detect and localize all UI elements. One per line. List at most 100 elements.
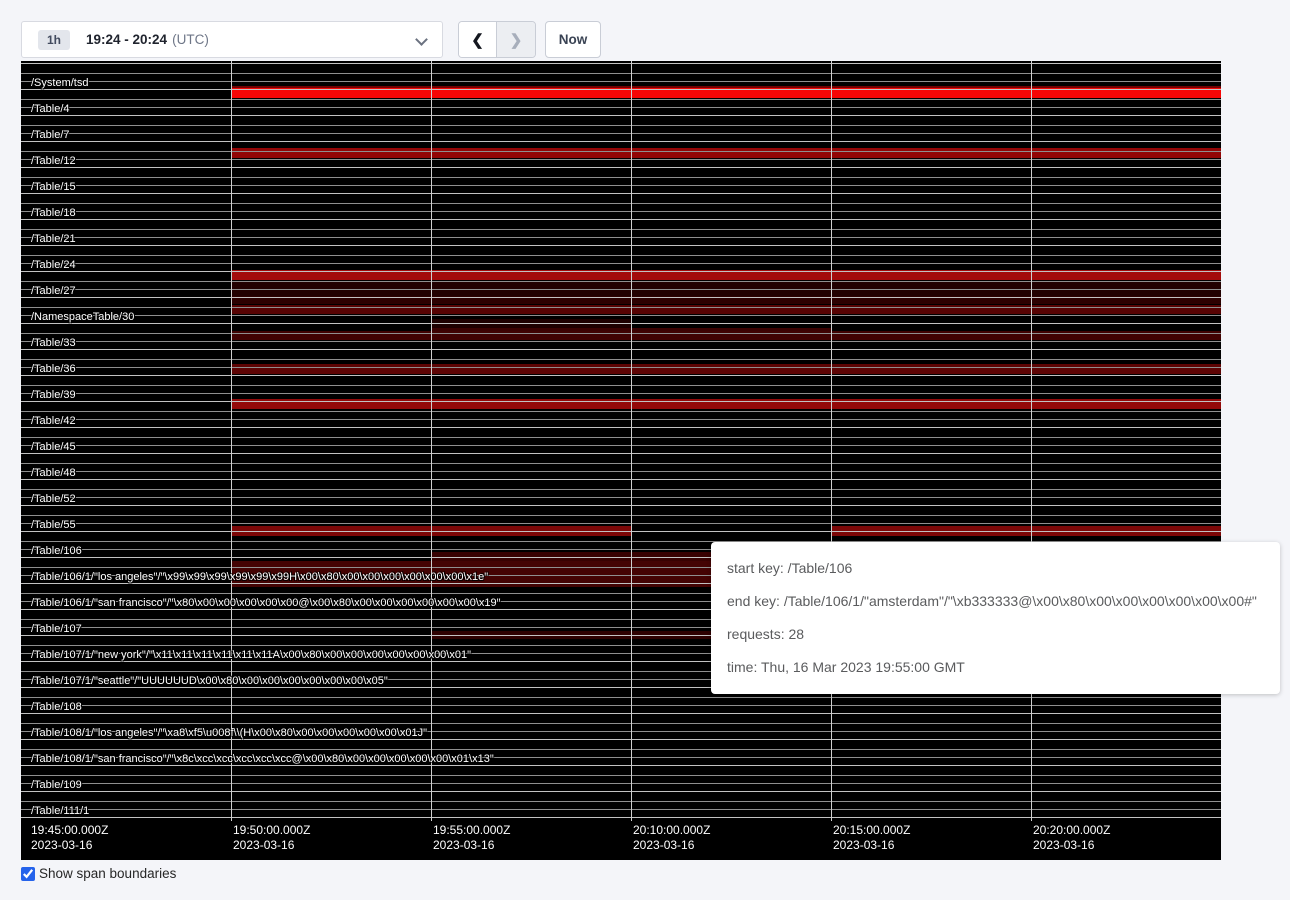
- span-boundary-line: [21, 453, 1221, 454]
- key-visualizer-canvas[interactable]: /System/tsd/Table/4/Table/7/Table/12/Tab…: [21, 61, 1221, 860]
- span-label: /Table/33: [31, 336, 76, 350]
- span-label: /Table/36: [31, 362, 76, 376]
- axis-date-label: 2023-03-16: [233, 838, 294, 853]
- time-range-selector[interactable]: 1h 19:24 - 20:24 (UTC): [21, 21, 443, 58]
- span-boundary-line: [21, 463, 1221, 464]
- time-nav-group: ❮ ❯: [458, 21, 536, 58]
- time-gridline: [831, 61, 832, 821]
- span-boundary-line: [21, 697, 1221, 698]
- time-range-text: 19:24 - 20:24: [86, 32, 167, 47]
- axis-date-label: 2023-03-16: [433, 838, 494, 853]
- span-boundary-line: [21, 817, 1221, 818]
- span-boundary-line: [21, 489, 1221, 490]
- axis-time-label: 19:45:00.000Z: [31, 823, 108, 838]
- span-label: /Table/109: [31, 778, 82, 792]
- span-boundary-line: [21, 255, 1221, 256]
- span-boundary-line: [21, 271, 1221, 272]
- span-label: /Table/4: [31, 102, 70, 116]
- span-label: /Table/15: [31, 180, 76, 194]
- span-boundary-line: [21, 349, 1221, 350]
- span-boundary-line: [21, 99, 1221, 100]
- span-tooltip: start key: /Table/106 end key: /Table/10…: [711, 542, 1280, 694]
- toolbar: 1h 19:24 - 20:24 (UTC) ❮ ❯ Now: [0, 0, 1290, 61]
- time-gridline: [431, 61, 432, 821]
- span-boundary-line: [21, 177, 1221, 178]
- span-boundary-line: [21, 359, 1221, 360]
- span-boundary-line: [21, 245, 1221, 246]
- span-boundary-line: [21, 73, 1221, 74]
- span-boundary-line: [21, 375, 1221, 376]
- span-boundary-line: [21, 723, 1221, 724]
- span-label: /Table/42: [31, 414, 76, 428]
- chevron-down-icon: [415, 33, 428, 46]
- span-boundary-line: [21, 713, 1221, 714]
- span-boundary-line: [21, 515, 1221, 516]
- span-boundary-line: [21, 125, 1221, 126]
- span-label: /Table/108/1/"los angeles"/"\xa8\xf5\u00…: [31, 726, 427, 740]
- span-boundary-line: [21, 411, 1221, 412]
- span-boundary-line: [21, 141, 1221, 142]
- span-boundary-line: [21, 445, 1221, 446]
- span-boundary-line: [21, 749, 1221, 750]
- heat-band[interactable]: [231, 364, 1221, 374]
- span-label: /System/tsd: [31, 76, 88, 90]
- chevron-right-icon: ❯: [510, 31, 523, 49]
- span-label: /Table/106/1/"los angeles"/"\x99\x99\x99…: [31, 570, 488, 584]
- heat-band[interactable]: [231, 148, 1221, 158]
- span-boundary-line: [21, 427, 1221, 428]
- time-range-timezone: (UTC): [172, 32, 209, 47]
- time-gridline: [631, 61, 632, 821]
- span-boundary-line: [21, 531, 1221, 532]
- span-boundary-line: [21, 289, 1221, 290]
- span-boundary-line: [21, 203, 1221, 204]
- span-boundary-line: [21, 333, 1221, 334]
- span-label: /Table/45: [31, 440, 76, 454]
- span-boundary-line: [21, 167, 1221, 168]
- span-label: /Table/21: [31, 232, 76, 246]
- axis-time-label: 20:10:00.000Z: [633, 823, 710, 838]
- span-boundary-line: [21, 229, 1221, 230]
- span-boundary-line: [21, 479, 1221, 480]
- next-range-button-disabled[interactable]: ❯: [497, 22, 535, 57]
- axis-date-label: 2023-03-16: [633, 838, 694, 853]
- axis-time-label: 19:50:00.000Z: [233, 823, 310, 838]
- axis-date-label: 2023-03-16: [1033, 838, 1094, 853]
- axis-date-label: 2023-03-16: [31, 838, 92, 853]
- span-boundary-line: [21, 297, 1221, 298]
- span-boundary-line: [21, 393, 1221, 394]
- tooltip-end-key: end key: /Table/106/1/"amsterdam"/"\xb33…: [727, 592, 1264, 611]
- span-label: /Table/48: [31, 466, 76, 480]
- tooltip-start-key: start key: /Table/106: [727, 559, 1264, 578]
- footer: Show span boundaries: [21, 866, 176, 881]
- span-boundary-line: [21, 497, 1221, 498]
- span-label: /Table/106: [31, 544, 82, 558]
- span-boundary-line: [21, 419, 1221, 420]
- chevron-left-icon: ❮: [471, 31, 484, 49]
- span-boundary-line: [21, 367, 1221, 368]
- span-boundary-line: [21, 385, 1221, 386]
- span-boundary-line: [21, 133, 1221, 134]
- span-boundary-line: [21, 783, 1221, 784]
- span-label: /Table/27: [31, 284, 76, 298]
- span-boundary-line: [21, 323, 1221, 324]
- span-label: /Table/24: [31, 258, 76, 272]
- span-boundary-line: [21, 801, 1221, 802]
- span-boundary-line: [21, 523, 1221, 524]
- show-span-boundaries-checkbox[interactable]: [21, 867, 35, 881]
- axis-date-label: 2023-03-16: [833, 838, 894, 853]
- show-span-boundaries-label[interactable]: Show span boundaries: [39, 866, 176, 881]
- span-label: /Table/107: [31, 622, 82, 636]
- span-boundary-line: [21, 791, 1221, 792]
- axis-time-label: 20:15:00.000Z: [833, 823, 910, 838]
- span-boundary-line: [21, 705, 1221, 706]
- span-label: /Table/18: [31, 206, 76, 220]
- span-label: /Table/108/1/"san francisco"/"\x8c\xcc\x…: [31, 752, 494, 766]
- span-boundary-line: [21, 775, 1221, 776]
- span-boundary-line: [21, 81, 1221, 82]
- span-boundary-line: [21, 281, 1221, 282]
- span-boundary-line: [21, 401, 1221, 402]
- span-boundary-line: [21, 505, 1221, 506]
- now-button[interactable]: Now: [545, 21, 601, 58]
- span-boundary-line: [21, 193, 1221, 194]
- previous-range-button[interactable]: ❮: [459, 22, 497, 57]
